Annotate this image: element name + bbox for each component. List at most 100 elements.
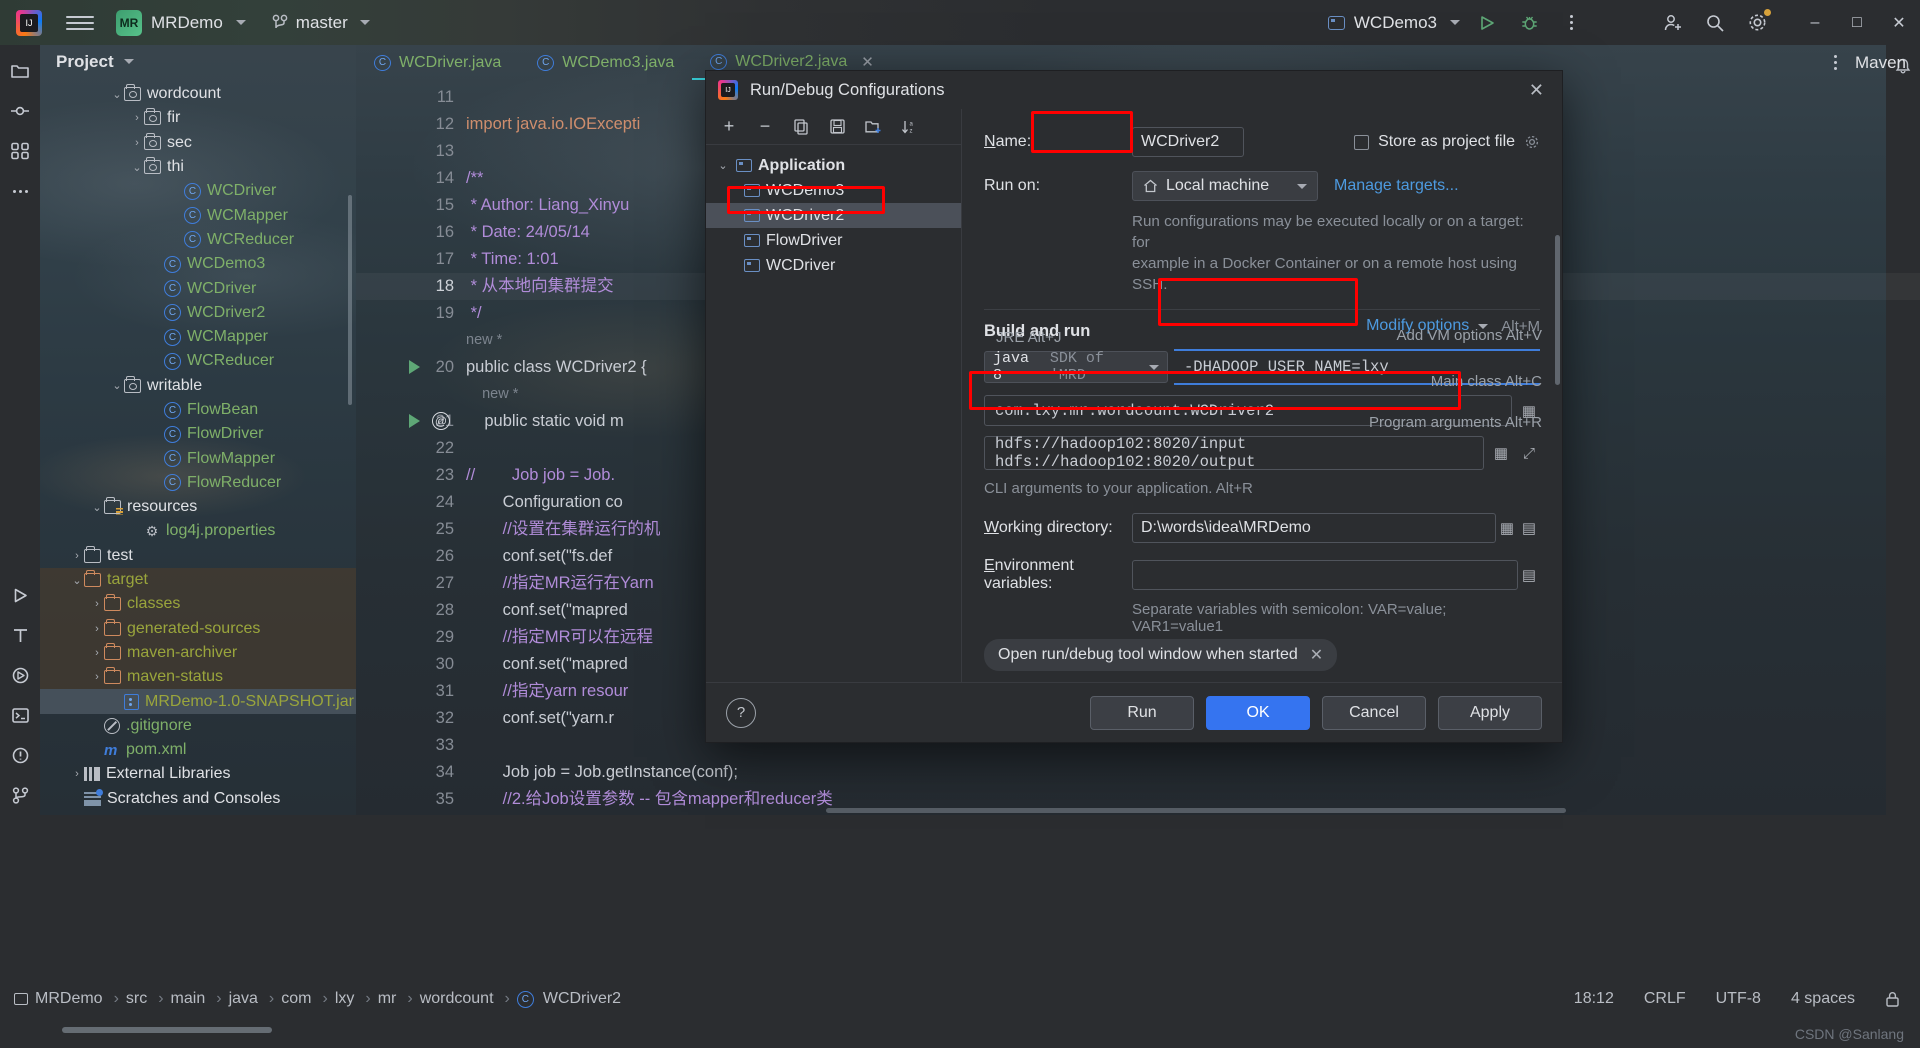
hamburger-menu-icon[interactable] — [66, 9, 94, 37]
run-configuration-selector[interactable]: WCDemo3 — [1327, 13, 1460, 33]
gutter-line-number[interactable]: 32 — [356, 705, 466, 732]
chevron-right-icon[interactable]: › — [90, 623, 104, 635]
maven-tool-window-button[interactable]: Maven — [1855, 53, 1906, 73]
gutter-line-number[interactable]: 23 — [356, 462, 466, 489]
chevron-right-icon[interactable]: › — [130, 137, 144, 149]
breadcrumb-item-main[interactable]: main › — [171, 990, 229, 1008]
manage-targets-link[interactable]: Manage targets... — [1334, 177, 1459, 195]
tree-item-target[interactable]: ⌄ target — [40, 567, 356, 593]
gutter-line-number[interactable]: 16 — [356, 219, 466, 246]
cancel-button[interactable]: Cancel — [1322, 695, 1426, 730]
sidebar-item-version-control[interactable] — [0, 775, 40, 815]
tree-item-wcdriver2[interactable]: WCDriver2 — [40, 301, 356, 325]
chevron-down-icon[interactable]: ⌄ — [130, 161, 144, 174]
file-encoding[interactable]: UTF-8 — [1716, 990, 1761, 1008]
tree-item-sec[interactable]: › sec — [40, 131, 356, 155]
gutter-line-number[interactable]: 14 — [356, 165, 466, 192]
gutter-line-number[interactable]: 20 — [356, 354, 466, 381]
config-item-flowdriver[interactable]: FlowDriver — [706, 228, 961, 253]
jre-dropdown[interactable]: java 8 SDK of 'MRD — [984, 350, 1168, 384]
name-input[interactable]: WCDriver2 — [1132, 127, 1245, 157]
chevron-right-icon[interactable]: › — [130, 112, 144, 124]
more-actions-button[interactable] — [1550, 0, 1592, 45]
tree-item-flowmapper[interactable]: FlowMapper — [40, 446, 356, 470]
gutter-line-number[interactable]: 15 — [356, 192, 466, 219]
project-selector[interactable]: MR MRDemo — [116, 9, 246, 36]
gutter-line-number[interactable]: 18 — [356, 273, 466, 300]
line-separator[interactable]: CRLF — [1644, 990, 1686, 1008]
sidebar-item-services[interactable] — [0, 655, 40, 695]
chevron-down-icon[interactable]: ⌄ — [90, 501, 104, 514]
breadcrumb-item-wcdriver2[interactable]: WCDriver2 — [516, 990, 628, 1008]
sidebar-item-commit[interactable] — [0, 91, 40, 131]
chevron-right-icon[interactable]: › — [90, 671, 104, 683]
more-vertical-icon[interactable] — [1833, 55, 1837, 70]
gutter-line-number[interactable] — [356, 381, 466, 408]
environment-variables-browse-icon[interactable]: ▤ — [1518, 562, 1540, 588]
tree-item-wcdemo3[interactable]: WCDemo3 — [40, 252, 356, 276]
gutter-line-number[interactable]: 24 — [356, 489, 466, 516]
tree-item-wcdriver[interactable]: WCDriver — [40, 179, 356, 203]
run-on-dropdown[interactable]: Local machine — [1132, 171, 1318, 201]
project-panel-header[interactable]: Project — [40, 45, 356, 78]
program-arguments-fullscreen-icon[interactable]: ⤢ — [1518, 440, 1540, 466]
tree-item-flowdriver[interactable]: FlowDriver — [40, 422, 356, 446]
sidebar-item-problems[interactable] — [0, 735, 40, 775]
breadcrumb-item-src[interactable]: src › — [126, 990, 171, 1008]
tree-item-generated-sources[interactable]: › generated-sources — [40, 616, 356, 641]
breadcrumb-item-lxy[interactable]: lxy › — [335, 990, 378, 1008]
breadcrumb[interactable]: MRDemo › src › main › java › com › lxy › mr › wordcoun… — [0, 990, 628, 1008]
chevron-right-icon[interactable]: › — [70, 768, 84, 780]
environment-variables-input[interactable] — [1132, 560, 1518, 590]
git-branch-selector[interactable]: master — [272, 13, 370, 33]
close-icon[interactable]: ✕ — [1310, 645, 1323, 665]
tree-item-wcmapper[interactable]: WCMapper — [40, 325, 356, 349]
open-run-debug-tool-window-chip[interactable]: Open run/debug tool window when started … — [984, 639, 1338, 671]
remove-icon[interactable]: − — [750, 112, 780, 142]
tree-item-classes[interactable]: › classes — [40, 592, 356, 617]
gutter-line-number[interactable]: 19 — [356, 300, 466, 327]
lock-icon[interactable] — [1885, 991, 1900, 1008]
sidebar-item-more[interactable] — [0, 171, 40, 211]
gutter-line-number[interactable]: 13 — [356, 138, 466, 165]
chevron-right-icon[interactable]: › — [70, 550, 84, 562]
search-everywhere-button[interactable] — [1694, 0, 1736, 45]
breadcrumb-item-mr[interactable]: mr › — [378, 990, 420, 1008]
sidebar-item-project[interactable] — [0, 51, 40, 91]
gutter-line-number[interactable]: 12 — [356, 111, 466, 138]
tree-item-maven-archiver[interactable]: › maven-archiver — [40, 640, 356, 666]
code-line[interactable]: Job job = Job.getInstance(conf); — [466, 759, 1920, 786]
run-gutter-icon[interactable] — [409, 360, 420, 374]
gutter-line-number[interactable]: 25 — [356, 516, 466, 543]
gutter-line-number[interactable]: 28 — [356, 597, 466, 624]
tree-item-thi[interactable]: ⌄ thi — [40, 155, 356, 179]
gutter-line-number[interactable]: 34 — [356, 759, 466, 786]
gutter-line-number[interactable]: 21 @ — [356, 408, 466, 435]
tree-item-wcdriver[interactable]: WCDriver — [40, 276, 356, 300]
gutter-line-number[interactable]: 31 — [356, 678, 466, 705]
gutter-line-number[interactable]: 26 — [356, 543, 466, 570]
gear-icon[interactable] — [1524, 134, 1540, 150]
tree-item-wcreducer[interactable]: WCReducer — [40, 349, 356, 373]
apply-button[interactable]: Apply — [1438, 695, 1542, 730]
chevron-down-icon[interactable]: ⌄ — [110, 379, 124, 392]
gutter-line-number[interactable] — [356, 327, 466, 354]
configurations-tree[interactable]: ⌄ Application WCDemo3 WCDriver2 FlowDriver WC… — [706, 145, 961, 682]
gutter-line-number[interactable]: 22 — [356, 435, 466, 462]
add-account-button[interactable] — [1652, 0, 1694, 45]
working-directory-macro-icon[interactable]: ▤ — [1518, 515, 1540, 541]
help-icon[interactable]: ? — [726, 697, 756, 728]
close-icon[interactable]: ✕ — [1523, 80, 1550, 101]
editor-tab-wcdemo3-java[interactable]: WCDemo3.java — [519, 45, 692, 80]
config-item-wcdriver2[interactable]: WCDriver2 — [706, 203, 961, 228]
chevron-right-icon[interactable]: › — [90, 647, 104, 659]
close-icon[interactable]: ✕ — [861, 53, 874, 71]
project-panel-scrollbar[interactable] — [348, 195, 352, 405]
program-arguments-expand-icon[interactable]: ▦ — [1490, 440, 1512, 466]
breadcrumb-item-wordcount[interactable]: wordcount › — [420, 990, 517, 1008]
tree-item-maven-status[interactable]: › maven-status — [40, 665, 356, 690]
store-as-project-file-checkbox[interactable] — [1354, 134, 1370, 150]
tree-item-fir[interactable]: › fir — [40, 106, 356, 130]
tree-item-flowreducer[interactable]: FlowReducer — [40, 471, 356, 495]
working-directory-browse-icon[interactable]: ▦ — [1496, 515, 1518, 541]
